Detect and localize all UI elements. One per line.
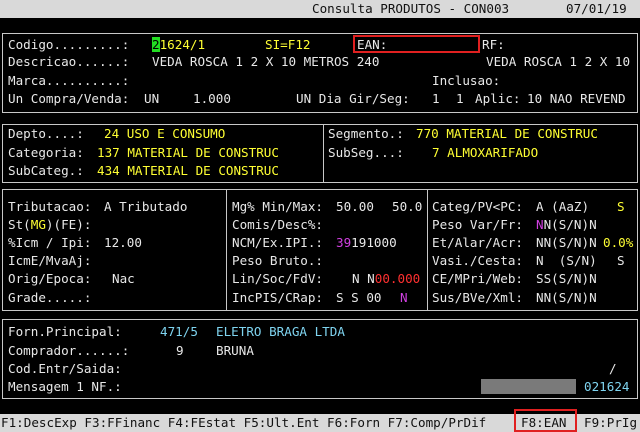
codigo-field[interactable]: 21624/1 xyxy=(152,37,206,52)
undia-value-2: 1 xyxy=(456,91,464,106)
depto-label: Depto....: xyxy=(8,126,84,141)
st-state: MG xyxy=(30,217,46,232)
text-cursor: 2 xyxy=(152,37,160,52)
mg-label: Mg% Min/Max: xyxy=(232,199,323,214)
uncompra-qty: 1.000 xyxy=(193,91,231,106)
msg-field-block xyxy=(481,379,576,394)
pesovar-value: NN(S/N)N xyxy=(536,217,597,232)
tributacao-value: A Tributado xyxy=(104,199,188,214)
mg-min: 50.00 xyxy=(336,199,374,214)
icme-label: IcmE/MvaAj: xyxy=(8,253,92,268)
tributacao-label: Tributacao: xyxy=(8,199,92,214)
title-bar: Consulta PRODUTOS - CON003 07/01/19 xyxy=(0,0,640,18)
categoria-label: Categoria: xyxy=(8,145,84,160)
categ-value: A (AaZ) xyxy=(536,199,590,214)
et-pct: 0.0% xyxy=(603,235,634,250)
undia-label: UN Dia Gir/Seg: xyxy=(296,91,410,106)
pesovar-first: N xyxy=(536,217,544,232)
subcateg-value: 434 MATERIAL DE CONSTRUC xyxy=(97,163,279,178)
ce-value: SS(S/N)N xyxy=(536,271,597,286)
inc-label: IncPIS/CRap: xyxy=(232,290,323,305)
sus-value: NN(S/N)N xyxy=(536,290,597,305)
cod-slash: / xyxy=(609,361,617,376)
lin-label: Lin/Soc/FdV: xyxy=(232,271,323,286)
peso-bruto-label: Peso Bruto.: xyxy=(232,253,323,268)
inc-value: S S 00 xyxy=(336,290,382,305)
inc-n: N xyxy=(400,290,408,305)
comprador-code: 9 xyxy=(176,343,184,358)
cod-label: Cod.Entr/Saida: xyxy=(8,361,122,376)
fiscal-divider-2 xyxy=(427,189,428,311)
sus-label: Sus/BVe/Xml: xyxy=(432,290,523,305)
descricao-label: Descricao......: xyxy=(8,54,130,69)
aplic-value: 10 NAO REVEND xyxy=(527,91,626,106)
lin-value: N N00.000 xyxy=(352,271,421,286)
comprador-label: Comprador......: xyxy=(8,343,130,358)
lin-flags: N N xyxy=(352,271,375,286)
descricao-value-2: VEDA ROSCA 1 2 X 10 xyxy=(486,54,631,69)
forn-label: Forn.Principal: xyxy=(8,324,122,339)
orig-label: Orig/Epoca: xyxy=(8,271,92,286)
rf-label: RF: xyxy=(482,37,505,52)
f9-key[interactable]: F9:PrIg xyxy=(584,416,637,430)
forn-name: ELETRO BRAGA LTDA xyxy=(216,324,345,339)
vasi-label: Vasi./Cesta: xyxy=(432,253,523,268)
et-value: NN(S/N)N xyxy=(536,235,597,250)
f8-highlight xyxy=(514,409,577,432)
orig-value: Nac xyxy=(112,271,135,286)
vasi-s: S xyxy=(617,253,625,268)
categoria-value: 137 MATERIAL DE CONSTRUC xyxy=(97,145,279,160)
msg-label: Mensagem 1 NF.: xyxy=(8,379,122,394)
ncm-code: 191000 xyxy=(351,235,397,250)
date-label: 07/01/19 xyxy=(566,1,627,16)
st-label-a: St( xyxy=(8,217,31,232)
forn-code: 471/5 xyxy=(160,324,198,339)
depto-value: 24 USO E CONSUMO xyxy=(104,126,226,141)
pesovar-label: Peso Var/Fr: xyxy=(432,217,523,232)
ncm-value: 39191000 xyxy=(336,235,397,250)
uncompra-unit: UN xyxy=(144,91,160,106)
ean-field[interactable]: EAN: xyxy=(357,38,387,52)
grade-label: Grade.....: xyxy=(8,290,92,305)
comprador-name: BRUNA xyxy=(216,343,254,358)
codigo-label: Codigo.........: xyxy=(8,37,130,52)
subcateg-label: SubCateg.: xyxy=(8,163,84,178)
comis-label: Comis/Desc%: xyxy=(232,217,323,232)
icm-value: 12.00 xyxy=(104,235,142,250)
aplic-label: Aplic: xyxy=(475,91,521,106)
uncompra-label: Un Compra/Venda: xyxy=(8,91,130,106)
undia-value-1: 1 xyxy=(432,91,440,106)
et-label: Et/Alar/Acr: xyxy=(432,235,523,250)
vasi-value: N (S/N) xyxy=(536,253,597,268)
classification-divider xyxy=(323,124,324,183)
pesovar-rest: N(S/N)N xyxy=(543,217,597,232)
ncm-prefix: 39 xyxy=(336,235,352,250)
ncm-label: NCM/Ex.IPI.: xyxy=(232,235,323,250)
fiscal-divider-1 xyxy=(226,189,227,311)
segmento-label: Segmento.: xyxy=(328,126,404,141)
msg-code: 021624 xyxy=(584,379,630,394)
mg-max: 50.0 xyxy=(392,199,423,214)
categ-s: S xyxy=(617,199,625,214)
icm-label: %Icm / Ipi: xyxy=(8,235,92,250)
subseg-value: 7 ALMOXARIFADO xyxy=(432,145,539,160)
si-shortcut: SI=F12 xyxy=(265,37,311,52)
descricao-value: VEDA ROSCA 1 2 X 10 METROS 240 xyxy=(152,54,380,69)
st-label-b: )(FE): xyxy=(45,217,92,232)
subseg-label: SubSeg...: xyxy=(328,145,404,160)
codigo-value: 1624/1 xyxy=(159,37,206,52)
lin-amount: 00.000 xyxy=(374,271,421,286)
inclusao-label: Inclusao: xyxy=(432,73,501,88)
fkeys-line[interactable]: F1:DescExp F3:FFinanc F4:FEstat F5:Ult.E… xyxy=(1,416,486,430)
marca-label: Marca..........: xyxy=(8,73,130,88)
categ-label: Categ/PV<PC: xyxy=(432,199,523,214)
st-label: St(MG)(FE): xyxy=(8,217,92,232)
segmento-value: 770 MATERIAL DE CONSTRUC xyxy=(416,126,598,141)
window-title: Consulta PRODUTOS - CON003 xyxy=(312,1,510,16)
ce-label: CE/MPri/Web: xyxy=(432,271,523,286)
